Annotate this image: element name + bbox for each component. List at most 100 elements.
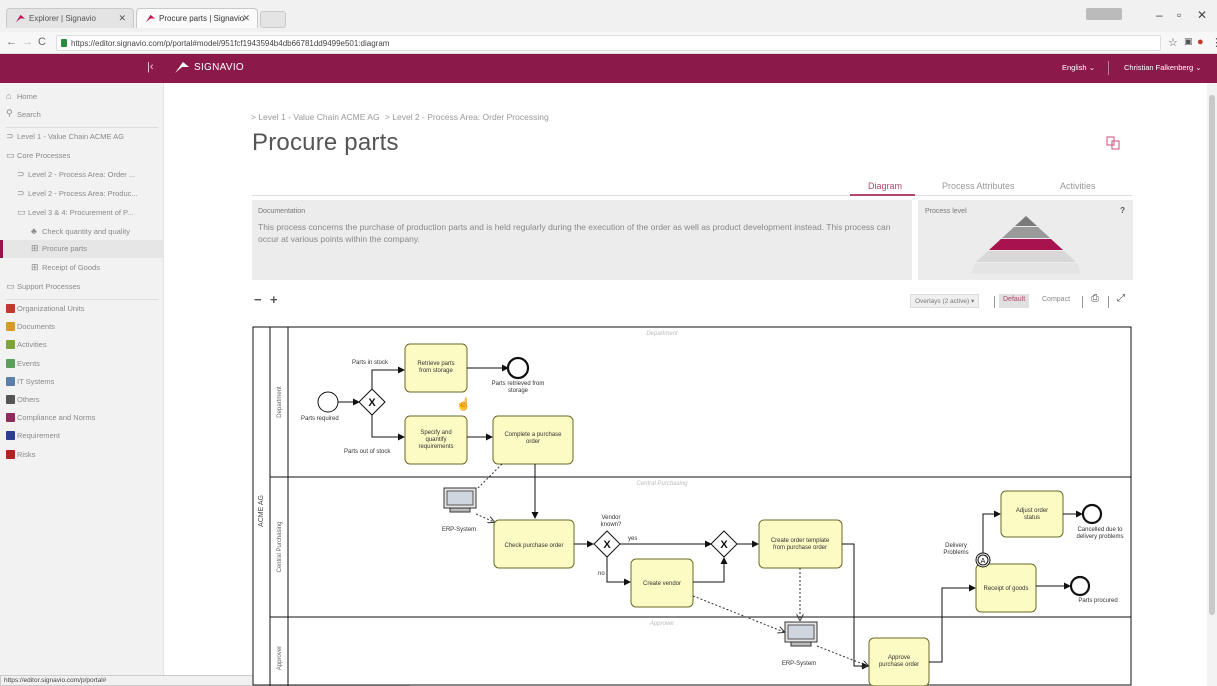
sidebar-item-organizational-units[interactable]: Organizational Units (0, 300, 163, 318)
documentation-text: This process concerns the purchase of pr… (258, 222, 891, 244)
zoom-out-button[interactable]: − (254, 292, 262, 307)
task-label: Create order template (771, 538, 830, 544)
process-level-pyramid (971, 216, 1081, 274)
sidebar-item-requirement[interactable]: Requirement (0, 427, 163, 445)
svg-text:requirements: requirements (418, 444, 453, 450)
event-label: storage (508, 388, 529, 394)
fullscreen-icon[interactable]: ⤢ (1117, 293, 1125, 304)
tab-activities[interactable]: Activities (1060, 181, 1096, 191)
start-event-parts-required[interactable] (317, 391, 339, 413)
task-adjust-order-status[interactable] (1000, 490, 1064, 538)
sidebar-item-core-processes[interactable]: ▭ Core Processes (0, 147, 163, 165)
svg-text:delivery problems: delivery problems (1076, 534, 1123, 540)
task-label: Check purchase order (504, 543, 563, 549)
menu-icon[interactable]: ⋮ (1211, 36, 1217, 49)
sidebar-item-others[interactable]: Others (0, 391, 163, 409)
minimize-icon[interactable]: – (1156, 8, 1163, 22)
task-create-order-template[interactable] (758, 519, 843, 569)
documentation-panel: Documentation This process concerns the … (252, 200, 912, 280)
end-event-parts-retrieved[interactable] (506, 356, 530, 380)
forward-icon[interactable]: → (22, 36, 33, 48)
bpmn-diagram[interactable]: ACME AG Department Central Purchasing Ap… (252, 326, 1132, 686)
sidebar-item-label: Support Processes (17, 282, 81, 291)
browser-tab-procure-parts[interactable]: Procure parts | Signavio ✕ (136, 8, 258, 28)
bookmark-star-icon[interactable]: ☆ (1168, 36, 1178, 49)
svg-text:Cancelled due to: Cancelled due to (1077, 527, 1123, 533)
view-default-button[interactable]: Default (999, 294, 1030, 308)
back-icon[interactable]: ← (6, 36, 17, 48)
close-icon[interactable]: ✕ (242, 13, 250, 24)
svg-text:Retrieve parts: Retrieve parts (417, 361, 454, 367)
xor-icon: X (603, 539, 611, 551)
sidebar-item-check-quantity[interactable]: ♣ Check quantity and quality (0, 223, 163, 241)
label-parts-out-of-stock: Parts out of stock (344, 449, 391, 455)
home-icon: ⌂ (6, 91, 12, 101)
xor-icon: X (368, 397, 376, 409)
extension-icon[interactable]: ▣ (1184, 36, 1193, 47)
zoom-in-button[interactable]: + (270, 292, 278, 307)
sidebar-item-label: Level 1 - Value Chain ACME AG (17, 132, 124, 141)
task-label: Create vendor (643, 581, 681, 587)
org-chart-icon: ♣ (31, 226, 37, 236)
folder-open-icon: ▭ (6, 150, 15, 160)
collapse-sidebar-icon[interactable]: |‹ (147, 61, 154, 73)
value-chain-icon: ⊃ (6, 131, 14, 141)
task-label: quantify (425, 437, 446, 443)
sidebar-item-receipt-goods[interactable]: ⊞ Receipt of Goods (0, 259, 163, 277)
event-label: Cancelled due to (1077, 527, 1123, 533)
sidebar-item-support-processes[interactable]: ▭ Support Processes (0, 278, 163, 296)
scrollbar-thumb[interactable] (1209, 95, 1215, 615)
end-event-parts-procured[interactable] (1069, 575, 1091, 597)
mouse-cursor-icon: ☝ (456, 396, 471, 411)
url-input[interactable]: https://editor.signavio.com/p/portal#mod… (56, 35, 1161, 51)
browser-tab-explorer[interactable]: Explorer | Signavio ✕ (6, 8, 134, 28)
end-event-cancelled[interactable] (1081, 503, 1103, 525)
sidebar-item-activities[interactable]: Activities (0, 336, 163, 354)
tab-process-attributes[interactable]: Process Attributes (942, 181, 1015, 191)
breadcrumb-level2[interactable]: > Level 2 - Process Area: Order Processi… (385, 112, 549, 122)
sidebar-item-it-systems[interactable]: IT Systems (0, 373, 163, 391)
sidebar-item-label: Others (17, 395, 40, 404)
erp-system-icon[interactable] (443, 487, 477, 513)
task-label: order (526, 439, 540, 445)
process-icon: ⊞ (31, 243, 39, 253)
browser-profile-button[interactable] (1086, 8, 1122, 20)
tab-diagram[interactable]: Diagram (868, 181, 902, 191)
help-icon[interactable]: ? (1120, 206, 1125, 215)
compare-icon[interactable] (1105, 135, 1121, 151)
close-window-icon[interactable]: ✕ (1197, 8, 1207, 22)
close-icon[interactable]: ✕ (118, 13, 126, 24)
svg-text:Adjust order: Adjust order (1016, 508, 1048, 514)
view-compact-button[interactable]: Compact (1038, 294, 1074, 308)
sidebar-item-order-area[interactable]: ⊃ Level 2 - Process Area: Order ... (0, 166, 163, 184)
signavio-favicon-icon (145, 14, 156, 23)
label-erp-system: ERP-System (442, 527, 476, 533)
reload-icon[interactable]: C (38, 36, 46, 48)
print-icon[interactable]: ⎙ (1091, 293, 1099, 304)
user-menu[interactable]: Christian Falkenberg ⌄ (1124, 63, 1202, 72)
sidebar-item-compliance-norms[interactable]: Compliance and Norms (0, 409, 163, 427)
svg-text:Parts retrieved from: Parts retrieved from (492, 381, 545, 387)
sidebar-item-risks[interactable]: Risks (0, 446, 163, 464)
process-icon: ⊞ (31, 262, 39, 272)
sidebar-item-procurement[interactable]: ▭ Level 3 & 4: Procurement of P... (0, 204, 163, 222)
sidebar-item-level1[interactable]: ⊃ Level 1 - Value Chain ACME AG (0, 128, 163, 146)
sidebar-item-search[interactable]: ⚲ Search (0, 106, 163, 124)
svg-text:Vendor: Vendor (601, 515, 620, 521)
sidebar-item-production-area[interactable]: ⊃ Level 2 - Process Area: Produc... (0, 185, 163, 203)
maximize-icon[interactable]: ▫ (1177, 8, 1181, 22)
brand-name: SIGNAVIO (194, 62, 245, 73)
sidebar-item-documents[interactable]: Documents (0, 318, 163, 336)
gateway-label: known? (601, 522, 622, 528)
new-tab-button[interactable] (260, 11, 286, 28)
sidebar-item-events[interactable]: Events (0, 355, 163, 373)
erp-system-icon[interactable] (784, 621, 818, 647)
sidebar-item-home[interactable]: ⌂ Home (0, 88, 163, 106)
sidebar-item-procure-parts[interactable]: ⊞ Procure parts (0, 240, 163, 258)
language-selector[interactable]: English ⌄ (1062, 63, 1095, 72)
svg-text:order: order (526, 439, 540, 445)
overlays-dropdown[interactable]: Overlays (2 active) ▾ (910, 294, 980, 308)
adblock-icon[interactable]: ● (1197, 36, 1204, 48)
svg-text:known?: known? (601, 522, 622, 528)
breadcrumb-level1[interactable]: > Level 1 - Value Chain ACME AG (251, 112, 380, 122)
